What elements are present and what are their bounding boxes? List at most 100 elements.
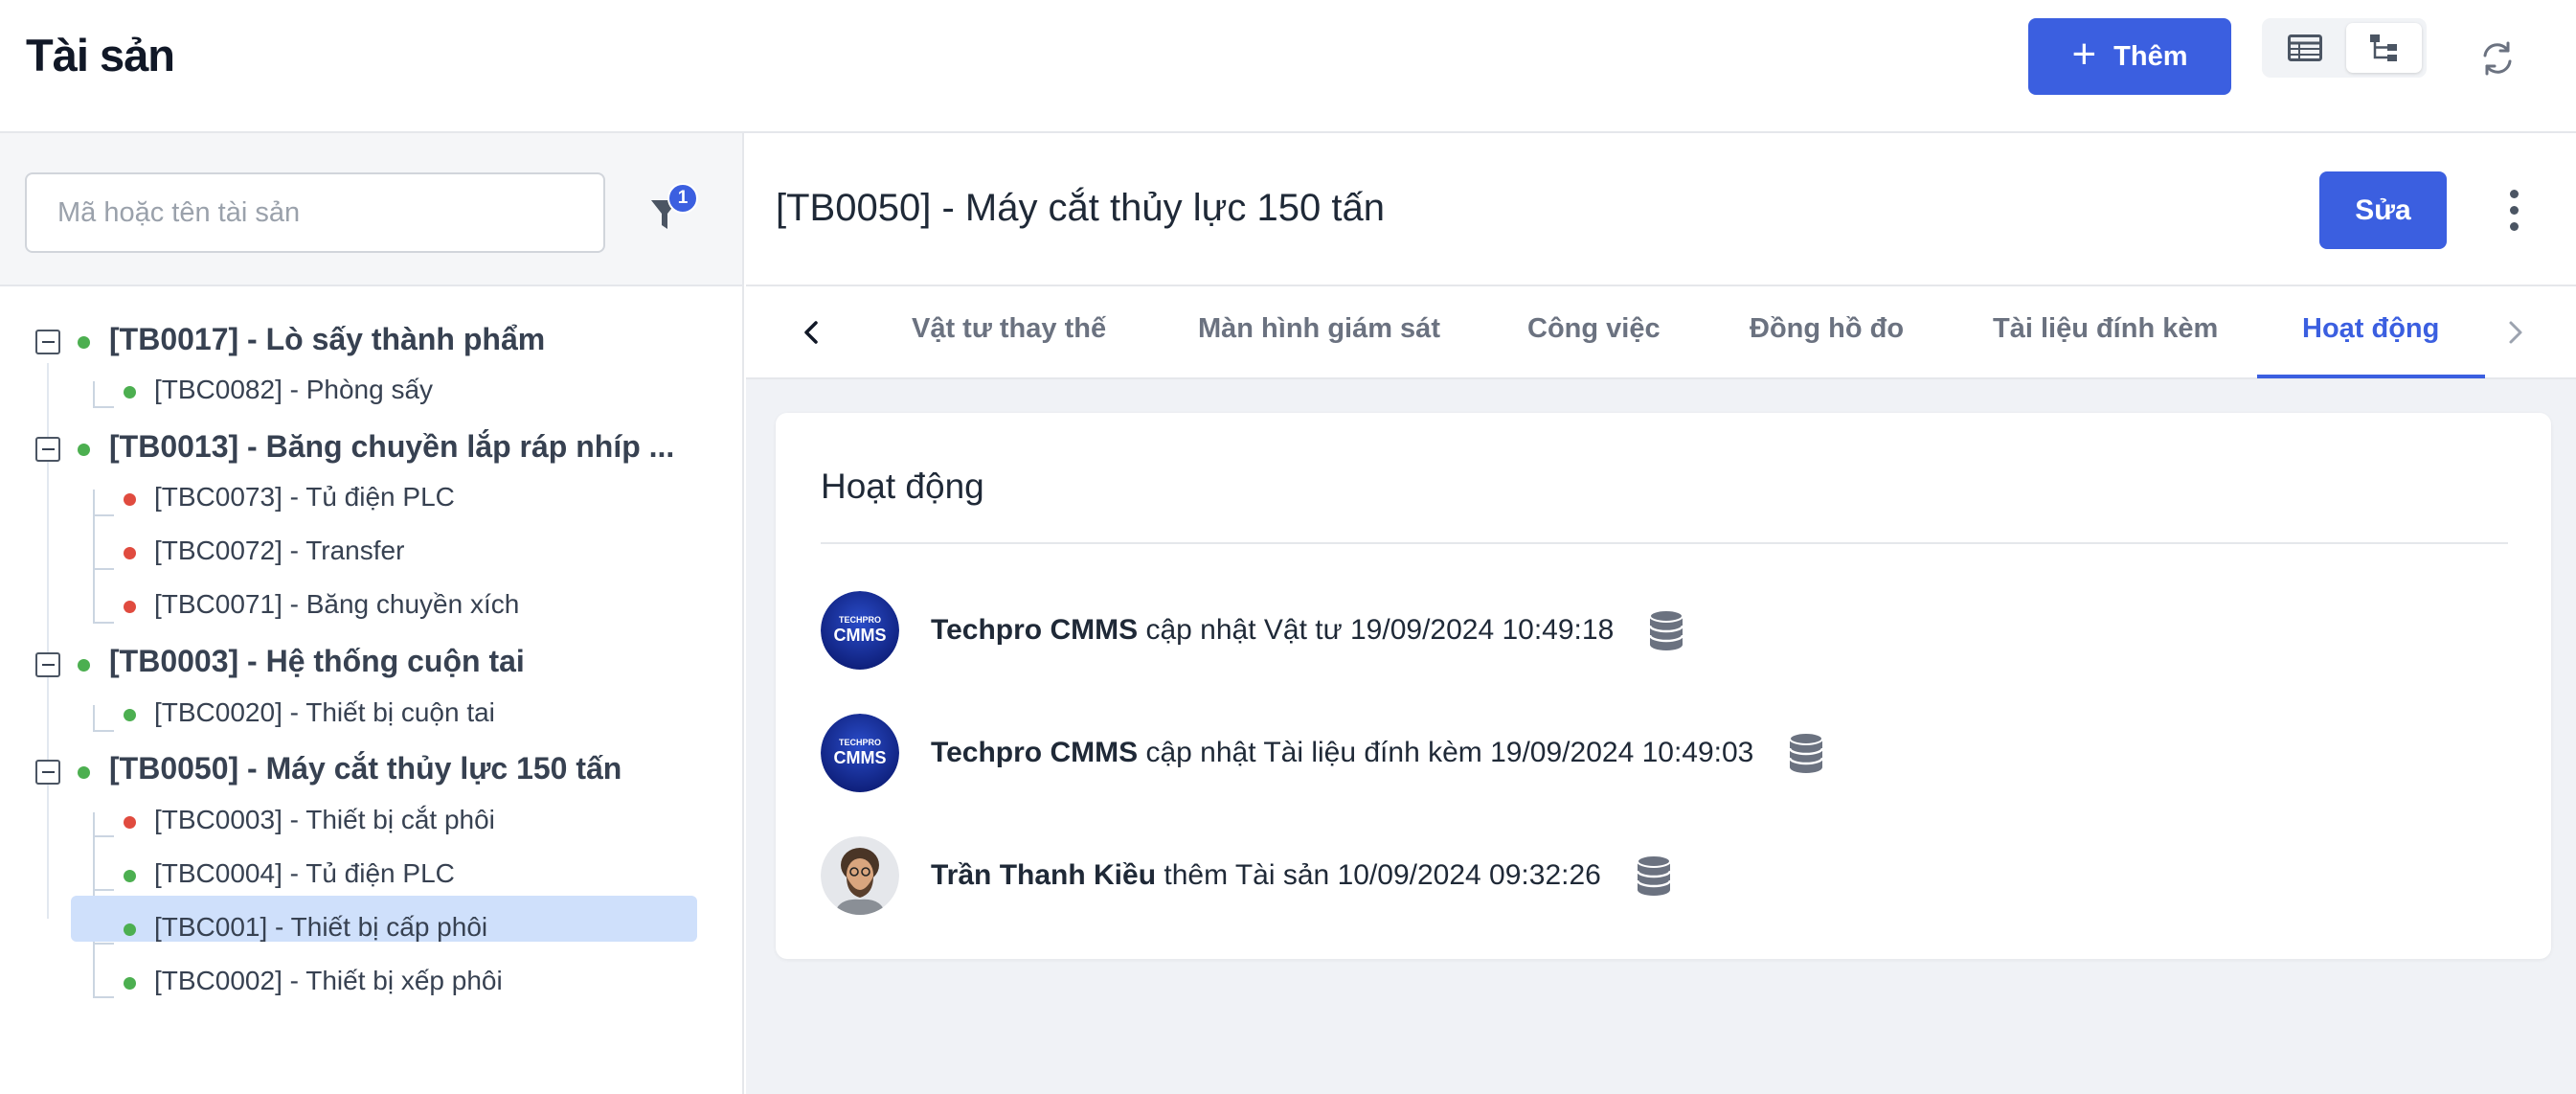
activity-card-title: Hoạt động — [821, 467, 984, 506]
svg-text:CMMS: CMMS — [834, 748, 887, 767]
status-dot-green — [124, 870, 136, 882]
tree-node-tb0013[interactable]: [TB0013] - Băng chuyền lắp ráp nhíp ... — [109, 429, 674, 465]
tree-node-tbc0072[interactable]: [TBC0072] - Transfer — [154, 536, 404, 566]
tabs-scroll-left-button[interactable] — [790, 306, 832, 359]
activity-actor: Trần Thanh Kiều — [931, 859, 1157, 891]
activity-actor: Techpro CMMS — [931, 614, 1139, 646]
tree-view-button[interactable] — [2346, 23, 2422, 73]
collapse-toggle[interactable] — [35, 652, 60, 677]
activity-item: TECHPRO CMMS Techpro CMMS cập nhật Tài l… — [821, 714, 1824, 792]
search-area: 1 — [0, 133, 742, 286]
add-asset-button[interactable]: + Thêm — [2028, 18, 2231, 95]
activity-item: TECHPRO CMMS Techpro CMMS cập nhật Vật t… — [821, 591, 1684, 670]
tab-replacement-parts[interactable]: Vật tư thay thế — [912, 313, 1106, 345]
status-dot-green — [78, 766, 90, 779]
status-dot-green — [78, 336, 90, 349]
tree-connector — [93, 730, 114, 732]
tree-node-tbc0002[interactable]: [TBC0002] - Thiết bị xếp phôi — [154, 966, 503, 996]
status-dot-green — [124, 977, 136, 990]
tree-connector — [93, 705, 95, 731]
activity-description: cập nhật Vật tư 19/09/2024 10:49:18 — [1138, 614, 1615, 646]
tree-connector — [93, 406, 114, 408]
tree-connector — [93, 996, 114, 998]
detail-tabs: Vật tư thay thế Màn hình giám sát Công v… — [746, 286, 2576, 379]
status-dot-green — [78, 659, 90, 672]
tree-connector — [93, 514, 114, 516]
activity-description: cập nhật Tài liệu đính kèm 19/09/2024 10… — [1138, 737, 1754, 768]
tree-connector — [93, 568, 114, 570]
asset-tree-panel: 1 [TB0017] - Lò sấy thành phẩm [TBC0082]… — [0, 133, 744, 1094]
tab-work-orders[interactable]: Công việc — [1527, 313, 1661, 345]
tree-connector — [93, 943, 114, 945]
tree-connector — [93, 889, 114, 891]
svg-text:CMMS: CMMS — [834, 626, 887, 645]
tab-monitoring-screen[interactable]: Màn hình giám sát — [1198, 313, 1440, 345]
collapse-toggle[interactable] — [35, 330, 60, 354]
edit-button[interactable]: Sửa — [2319, 171, 2447, 249]
tree-structure-icon — [2369, 34, 2397, 61]
more-vertical-icon — [2509, 189, 2519, 198]
top-header: Tài sản + Thêm — [0, 0, 2576, 133]
filter-count-badge: 1 — [667, 183, 698, 214]
tab-meters[interactable]: Đồng hồ đo — [1750, 313, 1904, 345]
tree-node-tb0050[interactable]: [TB0050] - Máy cắt thủy lực 150 tấn — [109, 751, 621, 786]
status-dot-green — [78, 444, 90, 456]
activity-description: thêm Tài sản 10/09/2024 09:32:26 — [1156, 859, 1601, 891]
svg-text:TECHPRO: TECHPRO — [839, 615, 881, 625]
database-icon[interactable] — [1648, 608, 1684, 652]
table-icon — [2287, 34, 2322, 61]
status-dot-red — [124, 493, 136, 506]
tree-connector — [93, 490, 95, 623]
detail-header: [TB0050] - Máy cắt thủy lực 150 tấn Sửa — [746, 133, 2576, 286]
status-dot-green — [124, 923, 136, 936]
activity-text: Techpro CMMS cập nhật Tài liệu đính kèm … — [931, 737, 1753, 769]
collapse-toggle[interactable] — [35, 437, 60, 462]
collapse-toggle[interactable] — [35, 760, 60, 785]
tree-connector — [93, 835, 114, 837]
asset-title: [TB0050] - Máy cắt thủy lực 150 tấn — [776, 187, 1385, 229]
tab-activity[interactable]: Hoạt động — [2302, 313, 2439, 345]
chevron-left-icon — [804, 321, 818, 344]
activity-actor: Techpro CMMS — [931, 737, 1139, 768]
status-dot-red — [124, 816, 136, 829]
tree-node-tbc0082[interactable]: [TBC0082] - Phòng sấy — [154, 375, 433, 405]
user-avatar — [821, 836, 899, 915]
activity-text: Techpro CMMS cập nhật Vật tư 19/09/2024 … — [931, 614, 1614, 647]
tab-attachments[interactable]: Tài liệu đính kèm — [1993, 313, 2218, 345]
plus-icon: + — [2071, 31, 2097, 78]
more-options-button[interactable] — [2497, 183, 2531, 237]
activity-item: Trần Thanh Kiều thêm Tài sản 10/09/2024 … — [821, 836, 1672, 915]
techpro-logo-avatar: TECHPRO CMMS — [821, 714, 899, 792]
table-view-button[interactable] — [2267, 23, 2342, 73]
view-mode-toggle — [2262, 18, 2427, 78]
techpro-logo-avatar: TECHPRO CMMS — [821, 591, 899, 670]
status-dot-red — [124, 601, 136, 613]
activity-text: Trần Thanh Kiều thêm Tài sản 10/09/2024 … — [931, 859, 1601, 892]
tree-node-tbc0071[interactable]: [TBC0071] - Băng chuyền xích — [154, 589, 519, 620]
divider — [821, 542, 2508, 544]
tree-node-tb0003[interactable]: [TB0003] - Hệ thống cuộn tai — [109, 644, 525, 679]
asset-search-input[interactable] — [25, 172, 605, 253]
refresh-icon — [2483, 41, 2512, 76]
tree-node-tbc001[interactable]: [TBC001] - Thiết bị cấp phôi — [154, 912, 487, 943]
add-button-label: Thêm — [2113, 40, 2188, 72]
tabs-scroll-right-button[interactable] — [2495, 306, 2537, 359]
status-dot-green — [124, 386, 136, 399]
page-title: Tài sản — [26, 30, 175, 80]
activity-card: Hoạt động TECHPRO CMMS Techpro CMMS cập … — [776, 413, 2551, 959]
asset-detail-panel: [TB0050] - Máy cắt thủy lực 150 tấn Sửa … — [746, 133, 2576, 1094]
database-icon[interactable] — [1636, 854, 1672, 898]
tree-node-tbc0004[interactable]: [TBC0004] - Tủ điện PLC — [154, 858, 455, 889]
svg-text:TECHPRO: TECHPRO — [839, 738, 881, 747]
tree-node-tbc0020[interactable]: [TBC0020] - Thiết bị cuộn tai — [154, 697, 495, 728]
tree-node-tbc0003[interactable]: [TBC0003] - Thiết bị cắt phôi — [154, 805, 495, 835]
tree-node-tbc0073[interactable]: [TBC0073] - Tủ điện PLC — [154, 482, 455, 513]
tree-node-tb0017[interactable]: [TB0017] - Lò sấy thành phẩm — [109, 322, 545, 357]
active-tab-indicator — [2257, 375, 2485, 378]
tree-connector — [93, 381, 95, 407]
status-dot-red — [124, 547, 136, 559]
refresh-button[interactable] — [2471, 34, 2524, 82]
status-dot-green — [124, 709, 136, 721]
tree-connector — [93, 622, 114, 624]
database-icon[interactable] — [1788, 731, 1824, 775]
